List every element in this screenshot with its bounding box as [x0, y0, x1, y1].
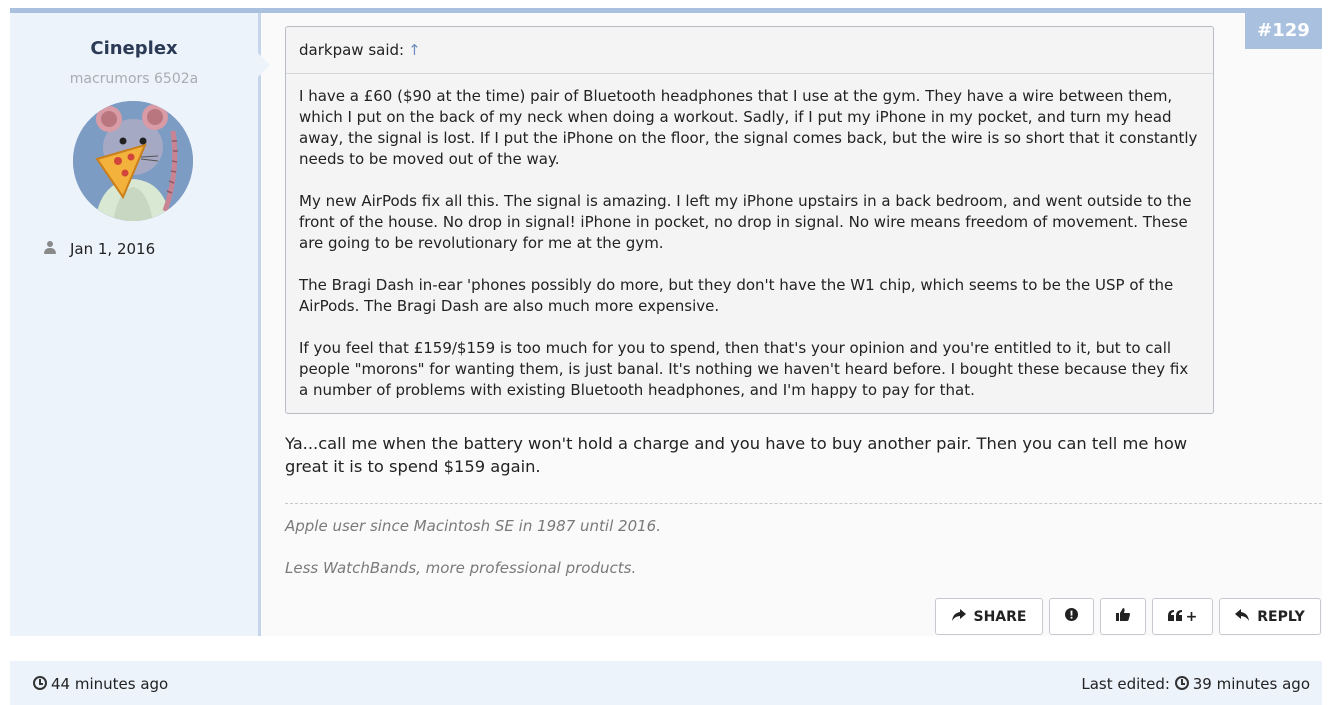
join-date-text: Jan 1, 2016 — [70, 240, 156, 258]
post-footer: 44 minutes ago Last edited: 39 minutes a… — [10, 661, 1322, 705]
like-button[interactable] — [1100, 598, 1146, 635]
clock-icon — [33, 676, 47, 690]
share-button[interactable]: SHARE — [935, 598, 1043, 635]
post-date[interactable]: 44 minutes ago — [33, 675, 168, 693]
multi-quote-button[interactable]: + — [1152, 598, 1213, 635]
clock-icon — [1174, 676, 1189, 690]
quote-author: darkpaw said: — [299, 41, 405, 59]
quote-block: darkpaw said: ↑ I have a £60 ($90 at the … — [285, 26, 1214, 414]
post-number-link[interactable]: #129 — [1245, 13, 1322, 49]
rat-pizza-avatar-icon — [73, 101, 193, 221]
user-panel-pointer — [258, 53, 270, 77]
exclamation-circle-icon — [1065, 608, 1078, 625]
post-date-text: 44 minutes ago — [51, 675, 169, 693]
edit-info: Last edited: 39 minutes ago — [1081, 675, 1310, 693]
quote-paragraph: The Bragi Dash in-ear 'phones possibly d… — [299, 276, 1174, 315]
avatar[interactable] — [73, 101, 193, 221]
post-body: Ya...call me when the battery won't hold… — [285, 434, 1188, 476]
user-title: macrumors 6502a — [69, 71, 199, 87]
multi-quote-plus: + — [1185, 608, 1198, 625]
quote-header: darkpaw said: ↑ — [286, 27, 1213, 74]
jump-to-quote-icon[interactable]: ↑ — [408, 41, 421, 59]
user-panel: Cineplex macrumors 6502a Jan 1, 2016 — [10, 13, 261, 636]
last-edited-label: Last edited: — [1081, 675, 1170, 693]
signature-line: Less WatchBands, more professional produ… — [285, 559, 637, 577]
quote-paragraph: If you feel that £159/$159 is too much f… — [299, 339, 1189, 399]
thumbs-up-icon — [1116, 608, 1130, 625]
share-label: SHARE — [973, 608, 1027, 625]
user-icon — [44, 241, 56, 255]
last-edited-text: 39 minutes ago — [1192, 675, 1310, 693]
signature-line: Apple user since Macintosh SE in 1987 un… — [285, 517, 661, 535]
username-link[interactable]: Cineplex — [10, 38, 258, 59]
share-icon — [951, 608, 966, 625]
reply-icon — [1235, 608, 1250, 625]
report-button[interactable] — [1049, 598, 1094, 635]
quote-icon — [1167, 609, 1182, 625]
reply-button[interactable]: REPLY — [1219, 598, 1321, 635]
signature-divider — [285, 503, 1322, 504]
join-date: Jan 1, 2016 — [44, 240, 155, 258]
quote-paragraph: My new AirPods fix all this. The signal … — [299, 192, 1192, 252]
reply-label: REPLY — [1257, 608, 1305, 625]
quote-body: I have a £60 ($90 at the time) pair of B… — [286, 74, 1213, 401]
quote-paragraph: I have a £60 ($90 at the time) pair of B… — [299, 87, 1198, 168]
